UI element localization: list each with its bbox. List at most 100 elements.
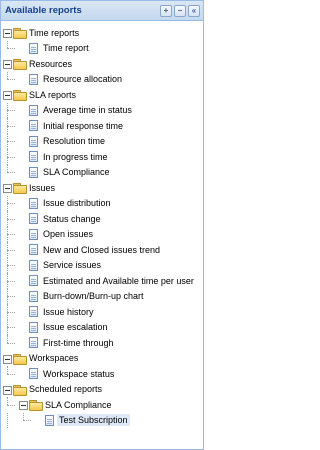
report-document-icon bbox=[29, 290, 38, 302]
collapse-toggle-icon[interactable] bbox=[3, 385, 12, 395]
tree-report-open-issues[interactable]: Open issues bbox=[1, 226, 203, 242]
tree-folder-scheduled-reports[interactable]: Scheduled reports bbox=[1, 382, 203, 398]
tree-report-estimated-and-available-time-per-user[interactable]: Estimated and Available time per user bbox=[1, 273, 203, 289]
tree-node-label: In progress time bbox=[43, 151, 108, 162]
tree-elbow-line bbox=[7, 342, 15, 344]
tree-elbow-line bbox=[7, 156, 15, 158]
tree-folder-resources[interactable]: Resources bbox=[1, 56, 203, 72]
tree-elbow-line bbox=[7, 141, 15, 143]
tree-elbow-line bbox=[7, 218, 15, 220]
tree-node-label: Issue history bbox=[43, 306, 94, 317]
collapse-toggle-icon[interactable] bbox=[3, 354, 12, 364]
panel-title: Available reports bbox=[5, 5, 82, 16]
report-document-icon bbox=[29, 306, 38, 317]
tree-elbow-line bbox=[7, 125, 15, 127]
tree-node-label: Issue escalation bbox=[43, 322, 108, 333]
tree-report-burn-down-burn-up-chart[interactable]: Burn-down/Burn-up chart bbox=[1, 288, 203, 304]
folder-open-icon bbox=[13, 28, 27, 39]
tree-node-label: Resolution time bbox=[43, 136, 106, 147]
tree-elbow-line bbox=[7, 296, 15, 298]
tree-node-label: Resources bbox=[29, 58, 73, 69]
report-document-icon bbox=[29, 135, 38, 147]
tree-elbow-line bbox=[7, 265, 15, 267]
tree-report-new-and-closed-issues-trend[interactable]: New and Closed issues trend bbox=[1, 242, 203, 258]
tree-node-label: Issue distribution bbox=[43, 198, 111, 209]
tree-guide-line bbox=[7, 71, 8, 80]
collapse-toggle-icon[interactable] bbox=[3, 60, 12, 69]
collapse-all-icon[interactable]: − bbox=[174, 4, 186, 17]
tree-folder-sla-reports[interactable]: SLA reports bbox=[1, 87, 203, 103]
tree-report-issue-history[interactable]: Issue history bbox=[1, 304, 203, 320]
available-reports-panel: Available reports + − « Time reports Time… bbox=[0, 0, 204, 450]
report-document-icon bbox=[29, 104, 38, 116]
tree-guide-line bbox=[7, 40, 8, 49]
report-document-icon bbox=[29, 275, 38, 286]
report-document-icon bbox=[29, 321, 38, 333]
collapse-panel-icon[interactable]: « bbox=[188, 4, 200, 17]
collapse-toggle-icon[interactable] bbox=[3, 91, 12, 100]
tree-report-resolution-time[interactable]: Resolution time bbox=[1, 133, 203, 149]
tree-folder-time-reports[interactable]: Time reports bbox=[1, 25, 203, 41]
expand-all-icon[interactable]: + bbox=[160, 4, 172, 17]
tree-report-in-progress-time[interactable]: In progress time bbox=[1, 149, 203, 165]
report-document-icon bbox=[29, 120, 38, 131]
collapse-toggle-icon[interactable] bbox=[19, 401, 28, 410]
tree-report-initial-response-time[interactable]: Initial response time bbox=[1, 118, 203, 134]
report-document-icon bbox=[29, 259, 38, 271]
tree-elbow-line bbox=[7, 327, 15, 329]
tree-node-label: First-time through bbox=[43, 337, 114, 348]
tree-elbow-line bbox=[7, 373, 15, 375]
tree-elbow-line bbox=[7, 249, 15, 251]
report-document-icon bbox=[45, 414, 54, 426]
tree-guide-line bbox=[7, 397, 8, 405]
tree-node-label: Initial response time bbox=[43, 120, 124, 131]
tree-report-average-time-in-status[interactable]: Average time in status bbox=[1, 102, 203, 118]
tree-guide-line bbox=[7, 335, 8, 343]
tree-report-test-subscription[interactable]: Test Subscription bbox=[1, 412, 203, 428]
tree-report-issue-distribution[interactable]: Issue distribution bbox=[1, 195, 203, 211]
tree-report-time-report[interactable]: Time report bbox=[1, 40, 203, 57]
tree-guide-line bbox=[7, 366, 8, 374]
tree-guide-line bbox=[7, 164, 8, 173]
tree-elbow-line bbox=[7, 280, 15, 282]
tree-report-issue-escalation[interactable]: Issue escalation bbox=[1, 319, 203, 335]
collapse-toggle-icon[interactable] bbox=[3, 29, 12, 38]
tree-elbow-line bbox=[7, 48, 15, 50]
tree-node-label: SLA Compliance bbox=[45, 399, 112, 410]
tree-report-status-change[interactable]: Status change bbox=[1, 211, 203, 227]
report-document-icon bbox=[29, 337, 38, 348]
tree-node-label: Average time in status bbox=[43, 105, 132, 116]
folder-open-icon bbox=[29, 400, 43, 411]
tree-report-sla-compliance[interactable]: SLA Compliance bbox=[1, 164, 203, 181]
report-document-icon bbox=[29, 213, 38, 224]
tree-elbow-line bbox=[7, 203, 15, 205]
folder-open-icon bbox=[13, 353, 27, 365]
panel-header: Available reports + − « bbox=[1, 1, 203, 21]
tree-guide-line bbox=[23, 412, 24, 421]
tree-report-first-time-through[interactable]: First-time through bbox=[1, 335, 203, 351]
tree-node-label: Service issues bbox=[43, 260, 102, 271]
tree-elbow-line bbox=[23, 420, 31, 422]
tree-report-resource-allocation[interactable]: Resource allocation bbox=[1, 71, 203, 88]
tree-node-label: Scheduled reports bbox=[29, 384, 103, 395]
folder-open-icon bbox=[13, 183, 27, 194]
folder-open-icon bbox=[13, 59, 27, 70]
tree-node-label: Open issues bbox=[43, 229, 94, 240]
tree-report-service-issues[interactable]: Service issues bbox=[1, 257, 203, 273]
tree-folder-sla-compliance[interactable]: SLA Compliance bbox=[1, 397, 203, 413]
report-document-icon bbox=[29, 368, 38, 379]
tree-folder-issues[interactable]: Issues bbox=[1, 180, 203, 196]
tree-elbow-line bbox=[7, 79, 15, 81]
tree-folder-workspaces[interactable]: Workspaces bbox=[1, 351, 203, 367]
tree-guide-line bbox=[7, 412, 8, 428]
tree-node-label: Workspace status bbox=[43, 368, 115, 379]
report-document-icon bbox=[29, 244, 38, 255]
folder-open-icon bbox=[13, 90, 27, 101]
tree-elbow-line bbox=[7, 311, 15, 313]
tree-node-label: Issues bbox=[29, 182, 56, 193]
tree-report-workspace-status[interactable]: Workspace status bbox=[1, 366, 203, 382]
tree-elbow-line bbox=[7, 172, 15, 174]
tree-node-label: Test Subscription bbox=[57, 414, 130, 427]
collapse-toggle-icon[interactable] bbox=[3, 184, 12, 193]
reports-tree: Time reports Time report Resources Resource… bbox=[1, 21, 203, 428]
